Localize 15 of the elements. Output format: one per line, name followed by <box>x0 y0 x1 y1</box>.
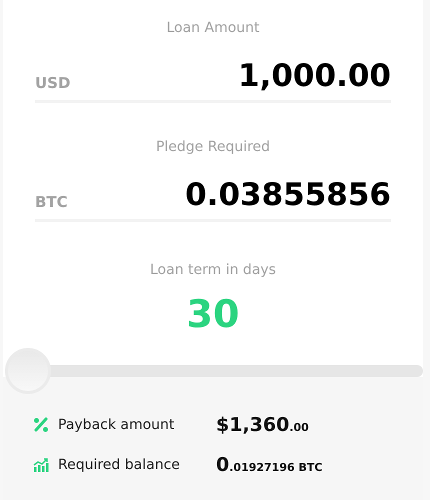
amount-field[interactable]: BTC 0.03855856 <box>35 177 391 222</box>
summary-value-fraction: .00 <box>289 421 309 434</box>
term-label: Loan term in days <box>149 262 277 280</box>
summary-label: Required balance <box>58 457 181 473</box>
summary-label: Payback amount <box>58 417 176 433</box>
summary-value-fraction: .01927196 BTC <box>229 461 322 474</box>
field-label: Loan Amount <box>165 20 261 38</box>
percent-icon <box>33 417 49 433</box>
growth-chart-icon <box>33 457 49 473</box>
slider-thumb[interactable] <box>5 348 51 394</box>
amount-field[interactable]: USD 1,000.00 <box>35 58 391 103</box>
term-value: 30 <box>186 292 240 338</box>
summary-value: $1,360 <box>216 414 290 436</box>
field-label: Pledge Required <box>154 139 272 157</box>
summary-value: 0 <box>216 454 230 476</box>
